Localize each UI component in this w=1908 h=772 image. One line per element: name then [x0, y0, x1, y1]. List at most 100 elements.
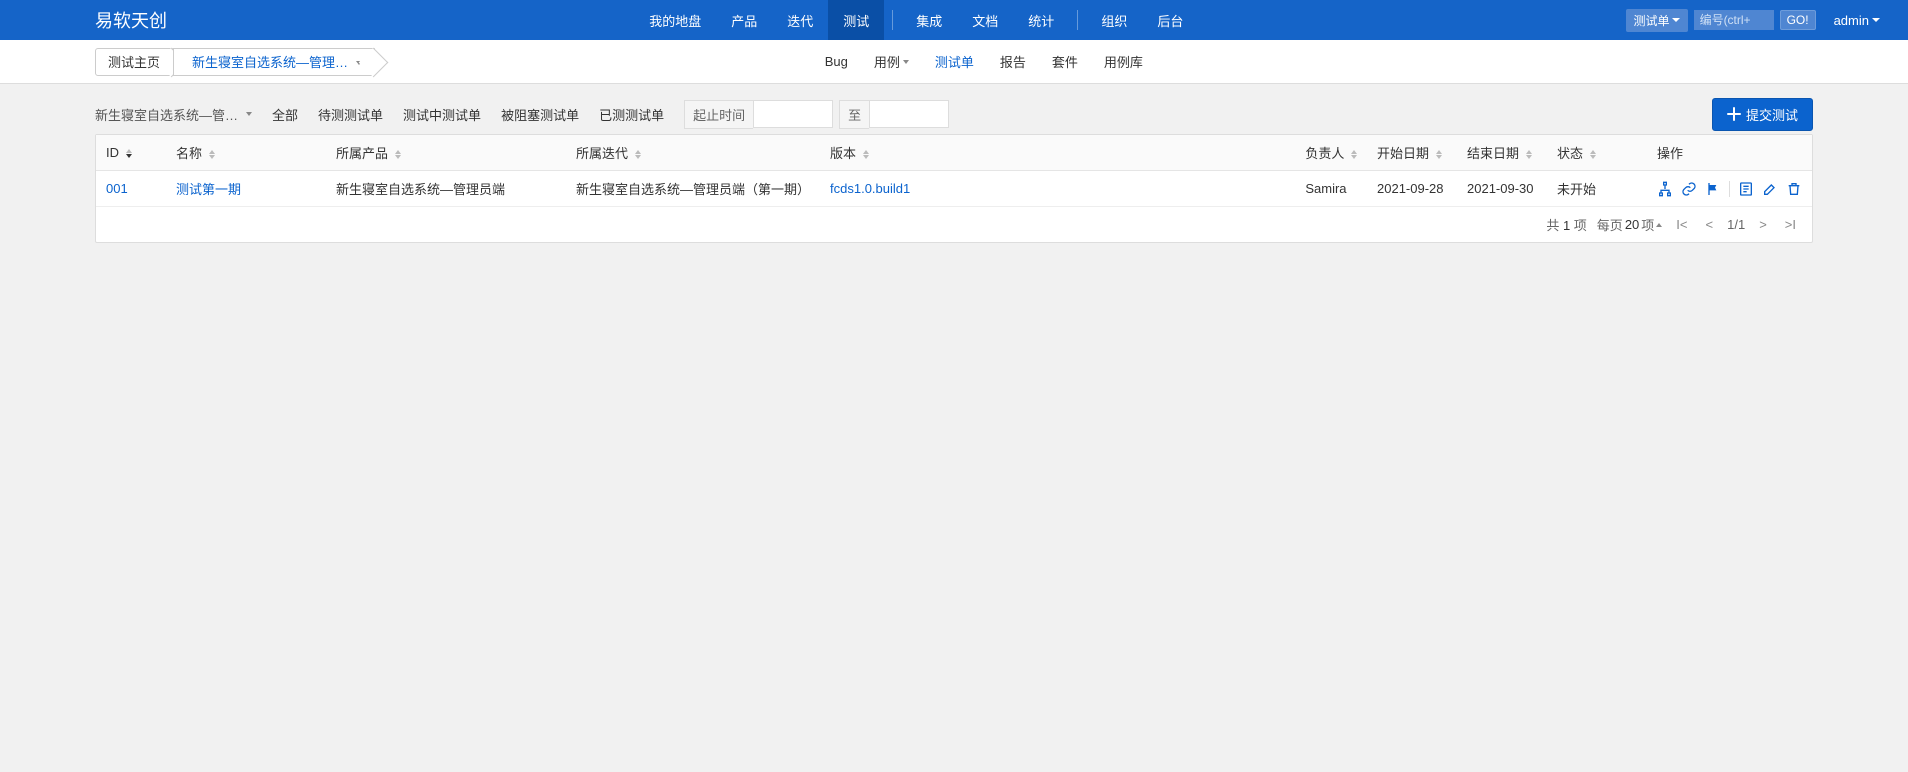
- topbar: 易软天创 我的地盘 产品 迭代 测试 集成 文档 统计 组织 后台 测试单 GO…: [0, 0, 1908, 40]
- table-panel: ID 名称 所属产品 所属迭代: [95, 134, 1813, 243]
- sitemap-icon[interactable]: [1657, 181, 1673, 197]
- search-go-button[interactable]: GO!: [1780, 10, 1816, 30]
- col-id[interactable]: ID: [96, 135, 166, 171]
- subnav-case[interactable]: 用例: [874, 52, 909, 71]
- filter-tab-all[interactable]: 全部: [272, 105, 298, 124]
- brand-logo: 易软天创: [95, 7, 167, 33]
- link-icon[interactable]: [1681, 181, 1697, 197]
- flag-icon[interactable]: [1705, 181, 1721, 197]
- nav-integration[interactable]: 集成: [901, 0, 957, 40]
- sort-icon: [126, 149, 132, 158]
- sub-nav: Bug 用例 测试单 报告 套件 用例库: [825, 52, 1143, 71]
- cell-iteration: 新生寝室自选系统—管理员端（第一期）: [566, 171, 820, 207]
- cell-id[interactable]: 001: [106, 181, 128, 196]
- nav-dashboard[interactable]: 我的地盘: [634, 0, 716, 40]
- nav-backend[interactable]: 后台: [1142, 0, 1198, 40]
- sort-icon: [863, 150, 869, 159]
- pager-prev[interactable]: <: [1702, 217, 1718, 232]
- col-product-label: 所属产品: [336, 146, 388, 161]
- plus-icon: [1727, 107, 1741, 121]
- breadcrumb-home[interactable]: 测试主页: [95, 48, 173, 76]
- cell-name[interactable]: 测试第一期: [176, 182, 241, 197]
- cell-version[interactable]: fcds1.0.build1: [830, 181, 910, 196]
- pager-first[interactable]: I<: [1672, 217, 1691, 232]
- top-right: 测试单 GO! admin: [1626, 9, 1908, 32]
- nav-test[interactable]: 测试: [828, 0, 884, 40]
- col-owner-label: 负责人: [1305, 146, 1344, 161]
- caret-down-icon: [246, 112, 252, 116]
- col-iteration[interactable]: 所属迭代: [566, 135, 820, 171]
- col-status-label: 状态: [1557, 146, 1583, 161]
- sort-icon: [1351, 150, 1357, 159]
- user-menu[interactable]: admin: [1822, 13, 1888, 28]
- nav-product[interactable]: 产品: [716, 0, 772, 40]
- nav-docs[interactable]: 文档: [957, 0, 1013, 40]
- caret-up-icon: [1656, 223, 1662, 227]
- col-start-label: 开始日期: [1377, 146, 1429, 161]
- filter-tab-pending[interactable]: 待测测试单: [318, 105, 383, 124]
- nav-iteration[interactable]: 迭代: [772, 0, 828, 40]
- col-name[interactable]: 名称: [166, 135, 326, 171]
- col-start[interactable]: 开始日期: [1367, 135, 1457, 171]
- pager-perpage[interactable]: 每页 20 项: [1597, 215, 1663, 234]
- filter-tab-testing[interactable]: 测试中测试单: [403, 105, 481, 124]
- project-select-label: 新生寝室自选系统—管…: [95, 105, 238, 124]
- nav-divider: [1077, 10, 1078, 30]
- date-to-label: 至: [839, 100, 869, 129]
- sort-icon: [635, 150, 641, 159]
- nav-stats[interactable]: 统计: [1013, 0, 1069, 40]
- action-divider: [1729, 181, 1730, 197]
- sort-icon: [1590, 150, 1596, 159]
- caret-down-icon: [903, 60, 909, 64]
- pager-page: 1/1: [1727, 217, 1745, 232]
- row-actions: [1657, 181, 1802, 197]
- search-type-select[interactable]: 测试单: [1626, 9, 1688, 32]
- col-end[interactable]: 结束日期: [1457, 135, 1547, 171]
- col-name-label: 名称: [176, 146, 202, 161]
- sort-icon: [395, 150, 401, 159]
- pager-total: 共 1 项: [1546, 215, 1586, 234]
- search-type-label: 测试单: [1634, 12, 1670, 29]
- subnav-suite[interactable]: 套件: [1052, 52, 1078, 71]
- submit-test-button[interactable]: 提交测试: [1712, 98, 1813, 131]
- testtask-table: ID 名称 所属产品 所属迭代: [96, 135, 1812, 207]
- delete-icon[interactable]: [1786, 181, 1802, 197]
- edit-icon[interactable]: [1762, 181, 1778, 197]
- subnav-caselib[interactable]: 用例库: [1104, 52, 1143, 71]
- breadcrumb-current-label: 新生寝室自选系统—管理…: [192, 55, 348, 70]
- col-owner[interactable]: 负责人: [1295, 135, 1367, 171]
- breadcrumb: 测试主页 新生寝室自选系统—管理…: [95, 48, 375, 76]
- col-actions: 操作: [1647, 135, 1812, 171]
- filter-tab-blocked[interactable]: 被阻塞测试单: [501, 105, 579, 124]
- content: 新生寝室自选系统—管… 全部 待测测试单 测试中测试单 被阻塞测试单 已测测试单…: [0, 84, 1908, 253]
- cell-end: 2021-09-30: [1457, 171, 1547, 207]
- subnav-testtask[interactable]: 测试单: [935, 52, 974, 71]
- pager: 共 1 项 每页 20 项 I< < 1/1 > >I: [96, 207, 1812, 242]
- cell-status: 未开始: [1547, 171, 1647, 207]
- search-input[interactable]: [1694, 10, 1774, 30]
- col-version[interactable]: 版本: [820, 135, 1295, 171]
- nav-org[interactable]: 组织: [1086, 0, 1142, 40]
- col-id-label: ID: [106, 145, 119, 160]
- filter-tab-done[interactable]: 已测测试单: [599, 105, 664, 124]
- pager-next[interactable]: >: [1755, 217, 1771, 232]
- subnav-case-label: 用例: [874, 52, 900, 71]
- subnav-bug[interactable]: Bug: [825, 54, 848, 69]
- cell-owner: Samira: [1295, 171, 1367, 207]
- date-start-input[interactable]: [753, 100, 833, 128]
- breadcrumb-current[interactable]: 新生寝室自选系统—管理…: [173, 48, 375, 76]
- caret-down-icon: [1672, 18, 1680, 22]
- sort-icon: [1436, 150, 1442, 159]
- project-select[interactable]: 新生寝室自选系统—管…: [95, 105, 252, 124]
- pager-last[interactable]: >I: [1781, 217, 1800, 232]
- col-product[interactable]: 所属产品: [326, 135, 566, 171]
- date-range: 起止时间 至: [684, 100, 949, 129]
- report-icon[interactable]: [1738, 181, 1754, 197]
- sort-icon: [209, 150, 215, 159]
- date-end-input[interactable]: [869, 100, 949, 128]
- caret-down-icon: [356, 61, 362, 65]
- caret-down-icon: [1872, 18, 1880, 22]
- subnav-report[interactable]: 报告: [1000, 52, 1026, 71]
- col-end-label: 结束日期: [1467, 146, 1519, 161]
- col-status[interactable]: 状态: [1547, 135, 1647, 171]
